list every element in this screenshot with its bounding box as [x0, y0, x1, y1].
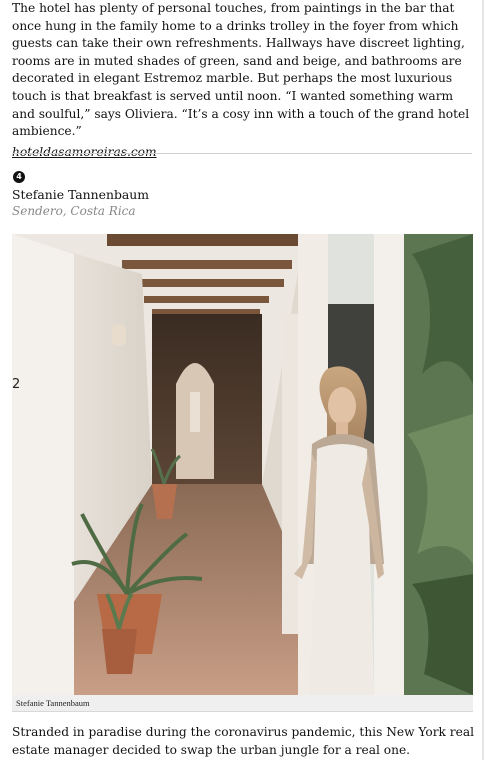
hotel-website-link[interactable]: hoteldasamoreiras.com: [12, 145, 157, 159]
person-name: Stefanie Tannenbaum: [12, 187, 149, 202]
person-location: Sendero, Costa Rica: [12, 204, 136, 218]
slide-number: 2: [12, 377, 21, 392]
photo-caption: Stefanie Tannenbaum: [16, 698, 90, 708]
scrollbar-track[interactable]: [482, 0, 484, 760]
entry-number-badge: 4: [13, 171, 25, 183]
hallway-portrait-photo[interactable]: [12, 234, 473, 695]
caption-divider: [12, 711, 473, 712]
article-body: The hotel has plenty of personal touches…: [12, 0, 474, 160]
section-divider: [12, 153, 472, 154]
entry-lead-paragraph: Stranded in paradise during the coronavi…: [12, 725, 474, 757]
article-paragraph: The hotel has plenty of personal touches…: [12, 1, 470, 139]
